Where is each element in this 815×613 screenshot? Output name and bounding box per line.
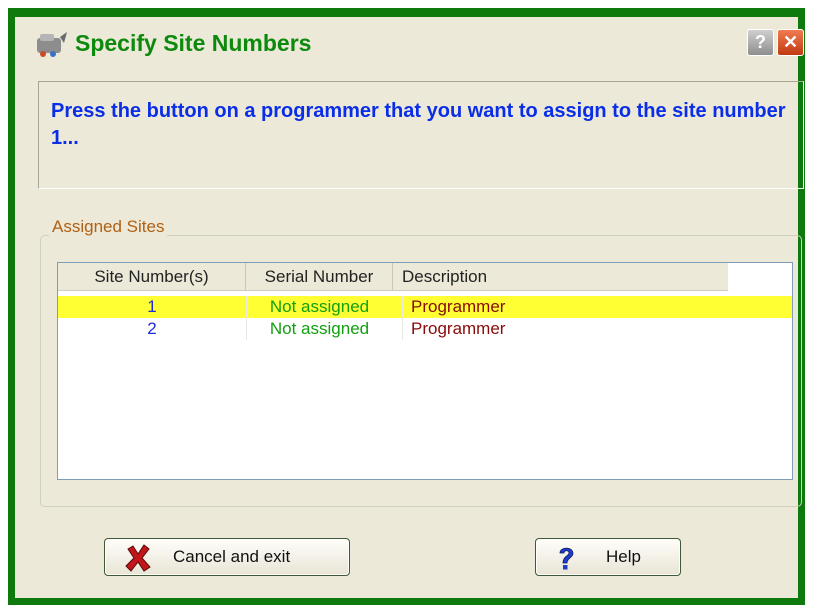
help-button-label: Help: [606, 547, 641, 566]
column-divider: [402, 296, 403, 318]
window-title: Specify Site Numbers: [75, 30, 312, 56]
list-row-site-1[interactable]: 1 Not assigned Programmer: [58, 296, 792, 318]
serial-number-cell: Not assigned: [269, 319, 370, 338]
description-cell: Programmer: [411, 297, 506, 316]
titlebar-close-button[interactable]: ✕: [777, 29, 804, 56]
site-number-cell: 1: [147, 297, 157, 316]
column-header-site-number[interactable]: Site Number(s): [58, 263, 246, 290]
cancel-and-exit-button[interactable]: Cancel and exit: [104, 538, 350, 576]
instruction-message: Press the button on a programmer that yo…: [51, 100, 786, 149]
assigned-sites-label: Assigned Sites: [49, 215, 168, 239]
specify-site-numbers-dialog: Specify Site Numbers ? ✕ Press the butto…: [8, 8, 805, 605]
description-cell: Programmer: [411, 319, 506, 338]
assigned-sites-list[interactable]: Site Number(s) Serial Number Description…: [57, 262, 793, 480]
list-header: Site Number(s) Serial Number Description: [58, 263, 728, 291]
red-x-icon: [125, 544, 151, 572]
titlebar-help-button[interactable]: ?: [747, 29, 774, 56]
column-header-serial-number[interactable]: Serial Number: [246, 263, 393, 290]
instruction-panel: Press the button on a programmer that yo…: [38, 81, 804, 189]
help-button[interactable]: Help: [535, 538, 681, 576]
column-divider: [402, 318, 403, 340]
blue-question-icon: [559, 547, 574, 570]
column-header-description[interactable]: Description: [402, 263, 728, 290]
cancel-button-label: Cancel and exit: [173, 547, 291, 566]
title-bar[interactable]: Specify Site Numbers ? ✕: [15, 17, 804, 71]
programmer-app-icon: [37, 32, 67, 57]
list-row-site-2[interactable]: 2 Not assigned Programmer: [58, 318, 792, 340]
serial-number-cell: Not assigned: [269, 297, 370, 316]
site-number-cell: 2: [147, 319, 157, 338]
